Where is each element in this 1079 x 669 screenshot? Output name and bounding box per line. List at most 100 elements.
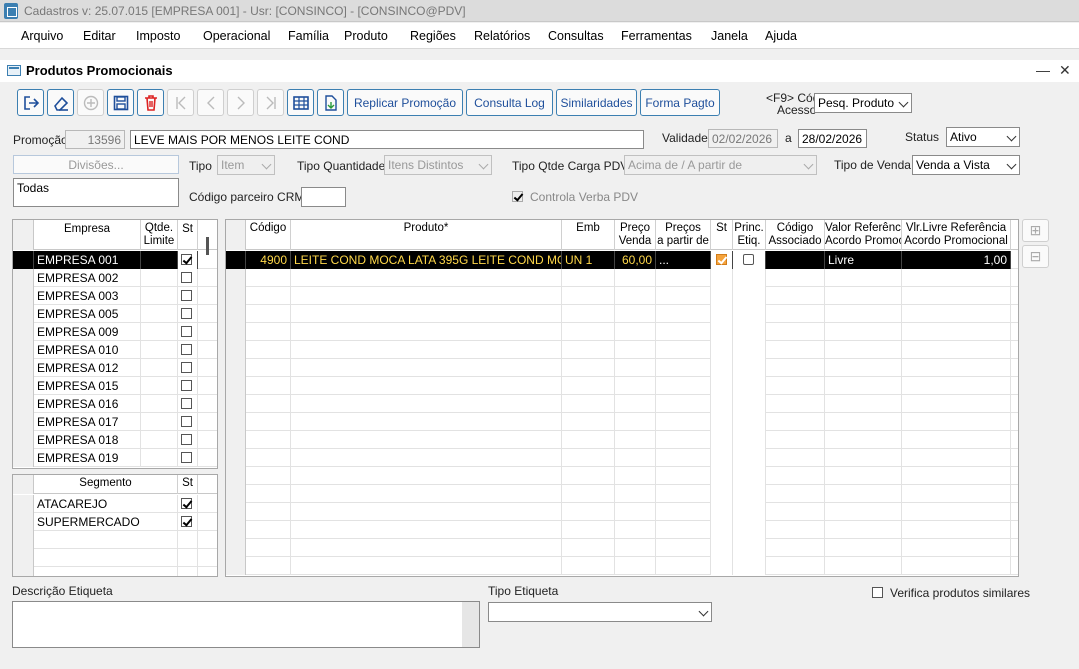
- empresa-cell[interactable]: EMPRESA 019: [34, 449, 141, 467]
- produto-cell[interactable]: [291, 305, 562, 323]
- preco-venda-cell[interactable]: [615, 323, 656, 341]
- valor-referencia-cell[interactable]: [825, 467, 902, 485]
- table-row[interactable]: EMPRESA 003: [13, 287, 217, 305]
- st-cell[interactable]: [711, 503, 733, 521]
- st-cell[interactable]: [711, 269, 733, 287]
- table-row[interactable]: [226, 521, 1018, 539]
- codigo-associado-cell[interactable]: [766, 431, 825, 449]
- codigo-cell[interactable]: 4900: [246, 251, 291, 269]
- divisoes-button[interactable]: Divisões...: [13, 155, 179, 174]
- precos-apartir-cell[interactable]: [656, 359, 711, 377]
- valor-referencia-cell[interactable]: [825, 269, 902, 287]
- st-cell[interactable]: [178, 359, 198, 377]
- vlr-livre-referencia-cell[interactable]: [902, 323, 1011, 341]
- menu-imposto[interactable]: Imposto: [136, 29, 180, 43]
- table-row[interactable]: [226, 395, 1018, 413]
- st-checkbox[interactable]: [181, 344, 192, 355]
- validade-from-field[interactable]: 02/02/2026: [708, 129, 778, 148]
- st-cell[interactable]: [178, 395, 198, 413]
- codigo-cell[interactable]: [246, 431, 291, 449]
- preco-venda-cell[interactable]: [615, 467, 656, 485]
- search-mode-select[interactable]: Pesq. Produto: [814, 93, 912, 113]
- valor-referencia-cell[interactable]: [825, 521, 902, 539]
- qtde-limite-cell[interactable]: [141, 269, 178, 287]
- export-button[interactable]: [317, 89, 344, 116]
- st-cell[interactable]: [711, 305, 733, 323]
- menu-ferramentas[interactable]: Ferramentas: [621, 29, 692, 43]
- emb-cell[interactable]: [562, 359, 615, 377]
- st-checkbox[interactable]: [181, 272, 192, 283]
- empresa-cell[interactable]: EMPRESA 002: [34, 269, 141, 287]
- produto-cell[interactable]: [291, 341, 562, 359]
- vlr-livre-referencia-cell[interactable]: [902, 305, 1011, 323]
- st-cell[interactable]: [178, 323, 198, 341]
- segmento-cell[interactable]: [34, 531, 178, 549]
- produto-cell[interactable]: [291, 557, 562, 575]
- vlr-livre-referencia-cell[interactable]: [902, 431, 1011, 449]
- grid-view-button[interactable]: [287, 89, 314, 116]
- valor-referencia-cell[interactable]: Livre: [825, 251, 902, 269]
- st-cell[interactable]: [711, 413, 733, 431]
- produto-cell[interactable]: [291, 467, 562, 485]
- table-row[interactable]: [226, 431, 1018, 449]
- crm-field[interactable]: [301, 187, 346, 207]
- st-cell[interactable]: [711, 251, 733, 269]
- first-record-button[interactable]: [167, 89, 194, 116]
- qtde-limite-column-header[interactable]: Qtde. Limite: [141, 220, 178, 250]
- emb-cell[interactable]: [562, 467, 615, 485]
- codigo-cell[interactable]: [246, 305, 291, 323]
- textarea-scrollbar[interactable]: [462, 602, 479, 647]
- st-cell[interactable]: [178, 549, 198, 567]
- princ-etiq-cell[interactable]: [733, 413, 766, 431]
- table-row[interactable]: [13, 567, 217, 576]
- st-checkbox[interactable]: [181, 380, 192, 391]
- table-row[interactable]: EMPRESA 002: [13, 269, 217, 287]
- produto-cell[interactable]: [291, 503, 562, 521]
- precos-apartir-cell[interactable]: [656, 467, 711, 485]
- codigo-associado-cell[interactable]: [766, 557, 825, 575]
- empresa-column-header[interactable]: Empresa: [34, 220, 141, 250]
- valor-referencia-cell[interactable]: [825, 395, 902, 413]
- produto-cell[interactable]: [291, 269, 562, 287]
- table-row[interactable]: [226, 503, 1018, 521]
- produto-cell[interactable]: [291, 539, 562, 557]
- produto-cell[interactable]: [291, 287, 562, 305]
- precos-apartir-cell[interactable]: [656, 557, 711, 575]
- table-row[interactable]: [226, 323, 1018, 341]
- st-checkbox[interactable]: [181, 326, 192, 337]
- codigo-associado-cell[interactable]: [766, 251, 825, 269]
- codigo-associado-cell[interactable]: [766, 503, 825, 521]
- emb-cell[interactable]: [562, 431, 615, 449]
- preco-venda-cell[interactable]: [615, 287, 656, 305]
- codigo-cell[interactable]: [246, 413, 291, 431]
- menu-editar[interactable]: Editar: [83, 29, 116, 43]
- table-row[interactable]: EMPRESA 017: [13, 413, 217, 431]
- table-row[interactable]: EMPRESA 001: [13, 251, 217, 269]
- princ-etiq-cell[interactable]: [733, 287, 766, 305]
- close-button[interactable]: ✕: [1059, 62, 1071, 79]
- table-row[interactable]: [226, 305, 1018, 323]
- empresa-cell[interactable]: EMPRESA 001: [34, 251, 141, 269]
- produto-cell[interactable]: [291, 413, 562, 431]
- st-cell[interactable]: [178, 495, 198, 513]
- codigo-cell[interactable]: [246, 395, 291, 413]
- table-row[interactable]: ATACAREJO: [13, 495, 217, 513]
- emb-cell[interactable]: [562, 323, 615, 341]
- precos-apartir-cell[interactable]: [656, 503, 711, 521]
- codigo-cell[interactable]: [246, 503, 291, 521]
- empresa-cell[interactable]: EMPRESA 012: [34, 359, 141, 377]
- st-cell[interactable]: [711, 431, 733, 449]
- descricao-etiqueta-textarea[interactable]: [12, 601, 480, 648]
- vlr-livre-referencia-cell[interactable]: [902, 449, 1011, 467]
- valor-referencia-cell[interactable]: [825, 557, 902, 575]
- princ-etiq-cell[interactable]: [733, 269, 766, 287]
- vlr-livre-referencia-cell[interactable]: [902, 467, 1011, 485]
- table-row[interactable]: [226, 539, 1018, 557]
- princ-etiq-cell[interactable]: [733, 395, 766, 413]
- qtde-limite-cell[interactable]: [141, 341, 178, 359]
- produto-cell[interactable]: [291, 377, 562, 395]
- table-row[interactable]: [226, 341, 1018, 359]
- emb-cell[interactable]: [562, 413, 615, 431]
- table-row[interactable]: [226, 269, 1018, 287]
- emb-cell[interactable]: [562, 539, 615, 557]
